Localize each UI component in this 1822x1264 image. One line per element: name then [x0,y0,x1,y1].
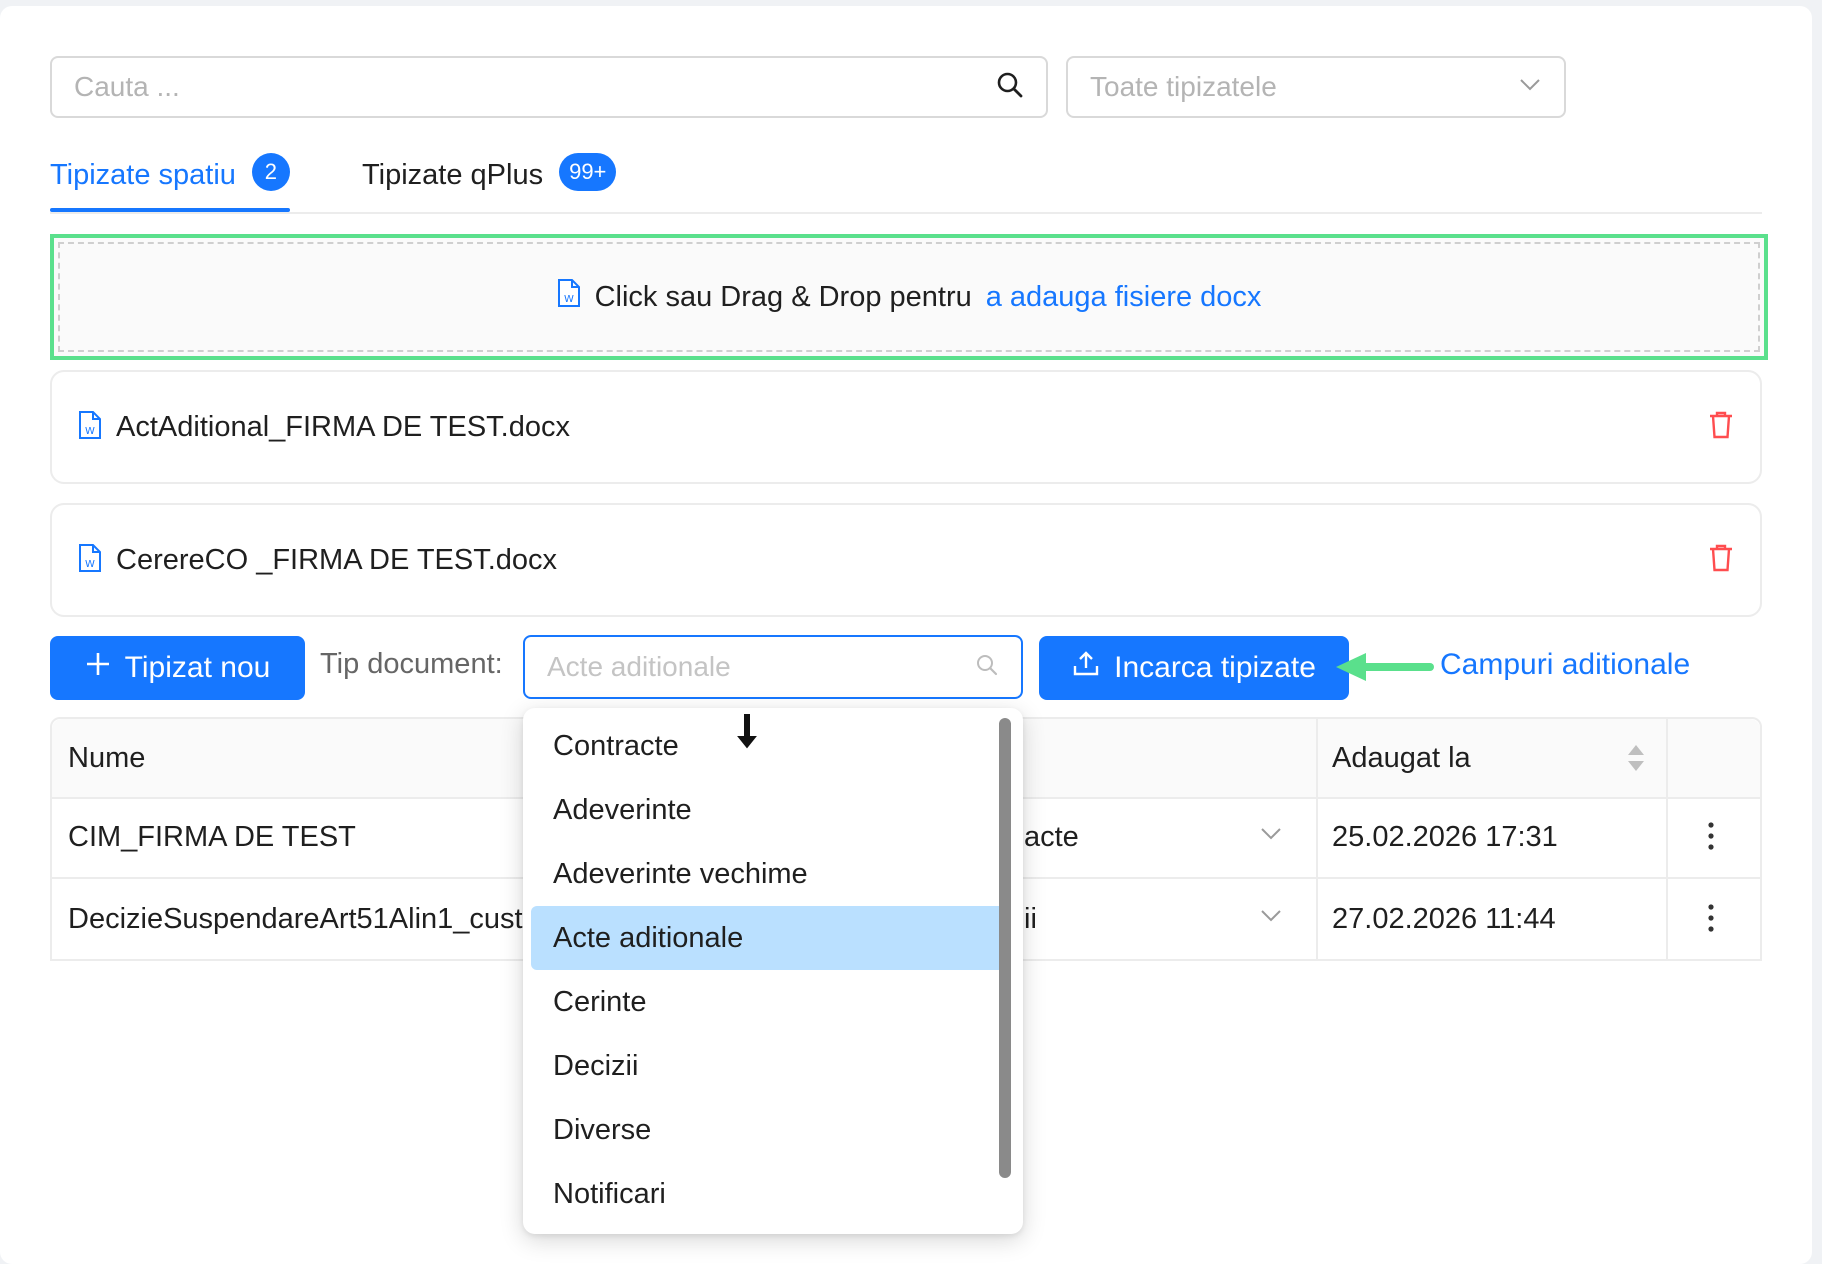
doc-type-select[interactable]: Acte aditionale [523,635,1023,699]
header-added[interactable]: Adaugat la [1332,719,1471,797]
file-item: W ActAditional_FIRMA DE TEST.docx [50,370,1762,484]
search-input[interactable]: Cauta ... [50,56,1048,118]
arrow-annotation-icon [1330,645,1438,694]
extra-fields-link[interactable]: Campuri aditionale [1440,648,1690,682]
upload-templates-label: Incarca tipizate [1114,651,1316,684]
more-vertical-icon[interactable] [1707,903,1715,938]
doc-type-label: Tip document: [320,648,503,680]
mouse-cursor-icon [732,711,762,758]
file-name: ActAditional_FIRMA DE TEST.docx [116,410,570,443]
dropzone-text: Click sau Drag & Drop pentru [594,280,972,313]
svg-text:W: W [564,294,574,305]
tab-label: Tipizate spatiu [50,158,236,191]
row-added: 27.02.2026 11:44 [1332,902,1556,935]
word-file-icon: W [557,278,581,316]
upload-dropzone[interactable]: W Click sau Drag & Drop pentru a adauga … [50,234,1768,360]
search-icon [975,653,999,682]
word-file-icon: W [78,543,102,578]
row-added: 25.02.2026 17:31 [1332,820,1558,853]
dropdown-option-adeverinte-vechime[interactable]: Adeverinte vechime [531,842,1007,906]
doc-type-placeholder: Acte aditionale [547,651,731,682]
tab-tipizate-spatiu[interactable]: Tipizate spatiu 2 [50,140,290,212]
dropdown-option-adeverinte[interactable]: Adeverinte [531,778,1007,842]
upload-templates-button[interactable]: Incarca tipizate [1039,636,1349,700]
dropdown-option-diverse[interactable]: Diverse [531,1098,1007,1162]
add-files-link[interactable]: a adauga fisiere docx [986,281,1262,314]
trash-icon[interactable] [1708,410,1734,445]
new-template-button[interactable]: Tipizat nou [50,636,305,700]
plus-icon [85,651,111,685]
file-name: CerereCO _FIRMA DE TEST.docx [116,543,558,576]
row-name: DecizieSuspendareArt51Alin1_cust [68,902,523,935]
type-filter-value: Toate tipizatele [1090,71,1277,102]
trash-icon[interactable] [1708,543,1734,578]
tab-label: Tipizate qPlus [362,158,544,191]
type-filter-select[interactable]: Toate tipizatele [1066,56,1566,118]
header-name[interactable]: Nume [68,719,145,797]
dropdown-option-contracte[interactable]: Contracte [531,714,1007,778]
new-template-label: Tipizat nou [124,651,271,684]
row-name: CIM_FIRMA DE TEST [68,820,356,853]
word-file-icon: W [78,410,102,445]
dropdown-option-acte-aditionale[interactable]: Acte aditionale [531,906,1007,970]
chevron-down-icon[interactable] [1260,909,1282,928]
search-icon[interactable] [996,71,1024,104]
dropdown-option-cerinte[interactable]: Cerinte [531,970,1007,1034]
chevron-down-icon[interactable] [1260,827,1282,846]
row-type: ii [1024,902,1037,935]
dropdown-scrollbar[interactable] [999,718,1011,1178]
chevron-down-icon [1518,77,1542,98]
upload-icon [1072,650,1100,686]
row-type: acte [1024,820,1079,853]
dropdown-option-notificari[interactable]: Notificari [531,1162,1007,1226]
search-placeholder: Cauta ... [74,71,180,102]
svg-text:W: W [85,426,95,437]
doc-type-dropdown: Contracte Adeverinte Adeverinte vechime … [523,708,1023,1234]
sort-icon[interactable] [1626,743,1646,778]
count-badge: 99+ [559,153,617,191]
dropdown-option-decizii[interactable]: Decizii [531,1034,1007,1098]
more-vertical-icon[interactable] [1707,821,1715,856]
count-badge: 2 [251,153,290,191]
file-item: W CerereCO _FIRMA DE TEST.docx [50,503,1762,617]
tab-tipizate-qplus[interactable]: Tipizate qPlus 99+ [362,140,617,210]
tabs-bar: Tipizate spatiu 2 Tipizate qPlus 99+ [50,140,1762,214]
svg-text:W: W [85,559,95,570]
